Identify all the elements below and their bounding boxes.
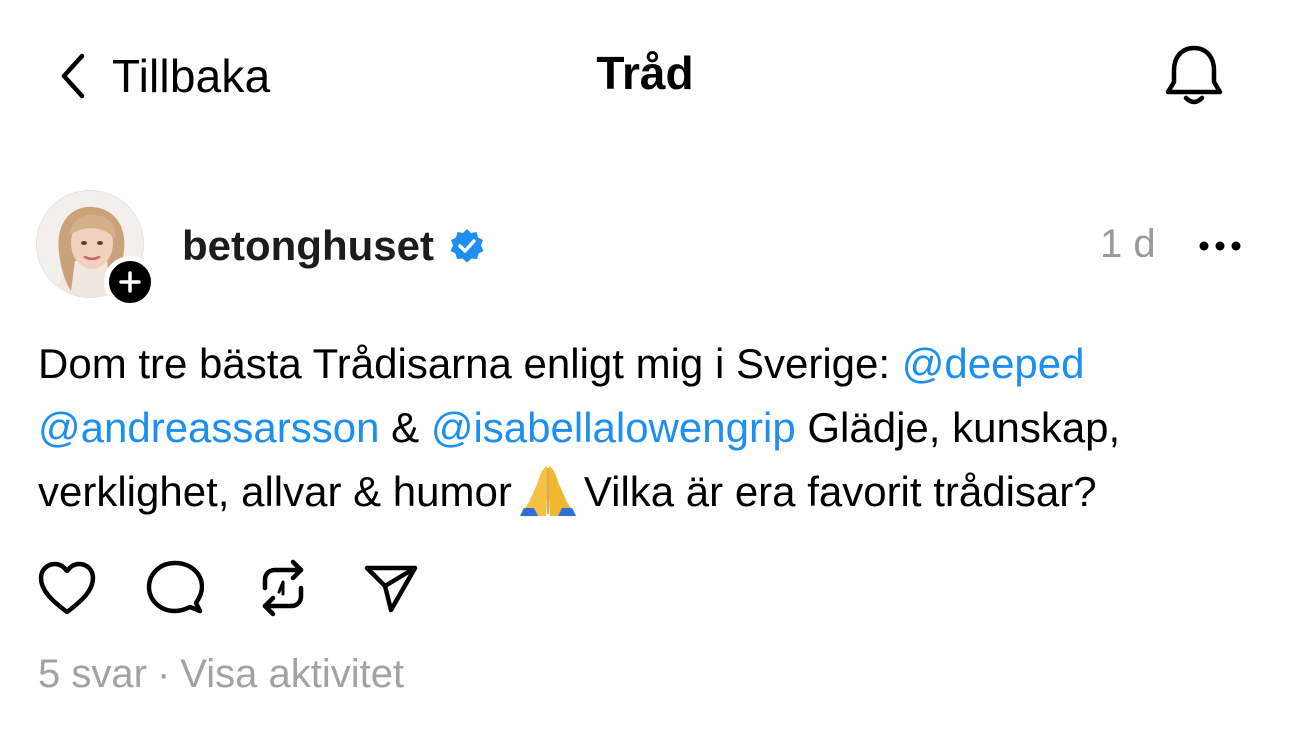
post-body: Dom tre bästa Trådisarna enligt mig i Sv… (38, 332, 1258, 524)
view-activity-link[interactable]: Visa aktivitet (180, 652, 404, 697)
mention-link[interactable]: @isabellalowengrip (431, 404, 796, 451)
like-button[interactable] (36, 557, 98, 619)
post-line-3: verklighet, allvar & humor Vilka är era … (38, 460, 1258, 524)
post-text-segment: verklighet, allvar & humor (38, 468, 512, 515)
share-button[interactable] (360, 557, 422, 619)
post-line-2: @andreassarsson & @isabellalowengrip Glä… (38, 396, 1258, 460)
thread-screen: Tillbaka Tråd betonghuset 1 d Dom tre bä… (0, 0, 1290, 733)
bell-icon (1165, 45, 1223, 105)
post-text-segment: Vilka är era favorit trådisar? (583, 468, 1097, 515)
repost-button[interactable] (252, 557, 314, 619)
post-line-1: Dom tre bästa Trådisarna enligt mig i Sv… (38, 332, 1258, 396)
share-icon (364, 565, 418, 613)
folded-hands-emoji-icon (519, 466, 576, 516)
comment-icon (146, 560, 204, 614)
notifications-button[interactable] (1158, 38, 1230, 114)
more-options-button[interactable] (1190, 224, 1250, 268)
username[interactable]: betonghuset (182, 222, 434, 270)
post-text-segment: Dom tre bästa Trådisarna enligt mig i Sv… (38, 340, 902, 387)
replies-count-link[interactable]: 5 svar (38, 652, 147, 697)
post-text-segment: & (379, 404, 431, 451)
meta-separator: · (156, 652, 171, 696)
post-text-segment: Glädje, kunskap, (795, 404, 1121, 451)
post-actions (36, 556, 422, 620)
mention-link[interactable]: @andreassarsson (38, 404, 379, 451)
post-timestamp: 1 d (1100, 222, 1156, 266)
follow-plus-button[interactable] (104, 256, 156, 308)
author-row: betonghuset (182, 218, 486, 274)
more-icon (1199, 241, 1241, 251)
repost-icon (262, 559, 304, 617)
heart-icon (38, 561, 96, 615)
reply-button[interactable] (144, 557, 206, 619)
mention-link[interactable]: @deeped (902, 340, 1085, 387)
plus-icon (119, 271, 141, 293)
post-meta: 5 svar · Visa aktivitet (38, 652, 404, 697)
verified-badge-icon (450, 229, 484, 263)
page-title: Tråd (596, 47, 694, 99)
